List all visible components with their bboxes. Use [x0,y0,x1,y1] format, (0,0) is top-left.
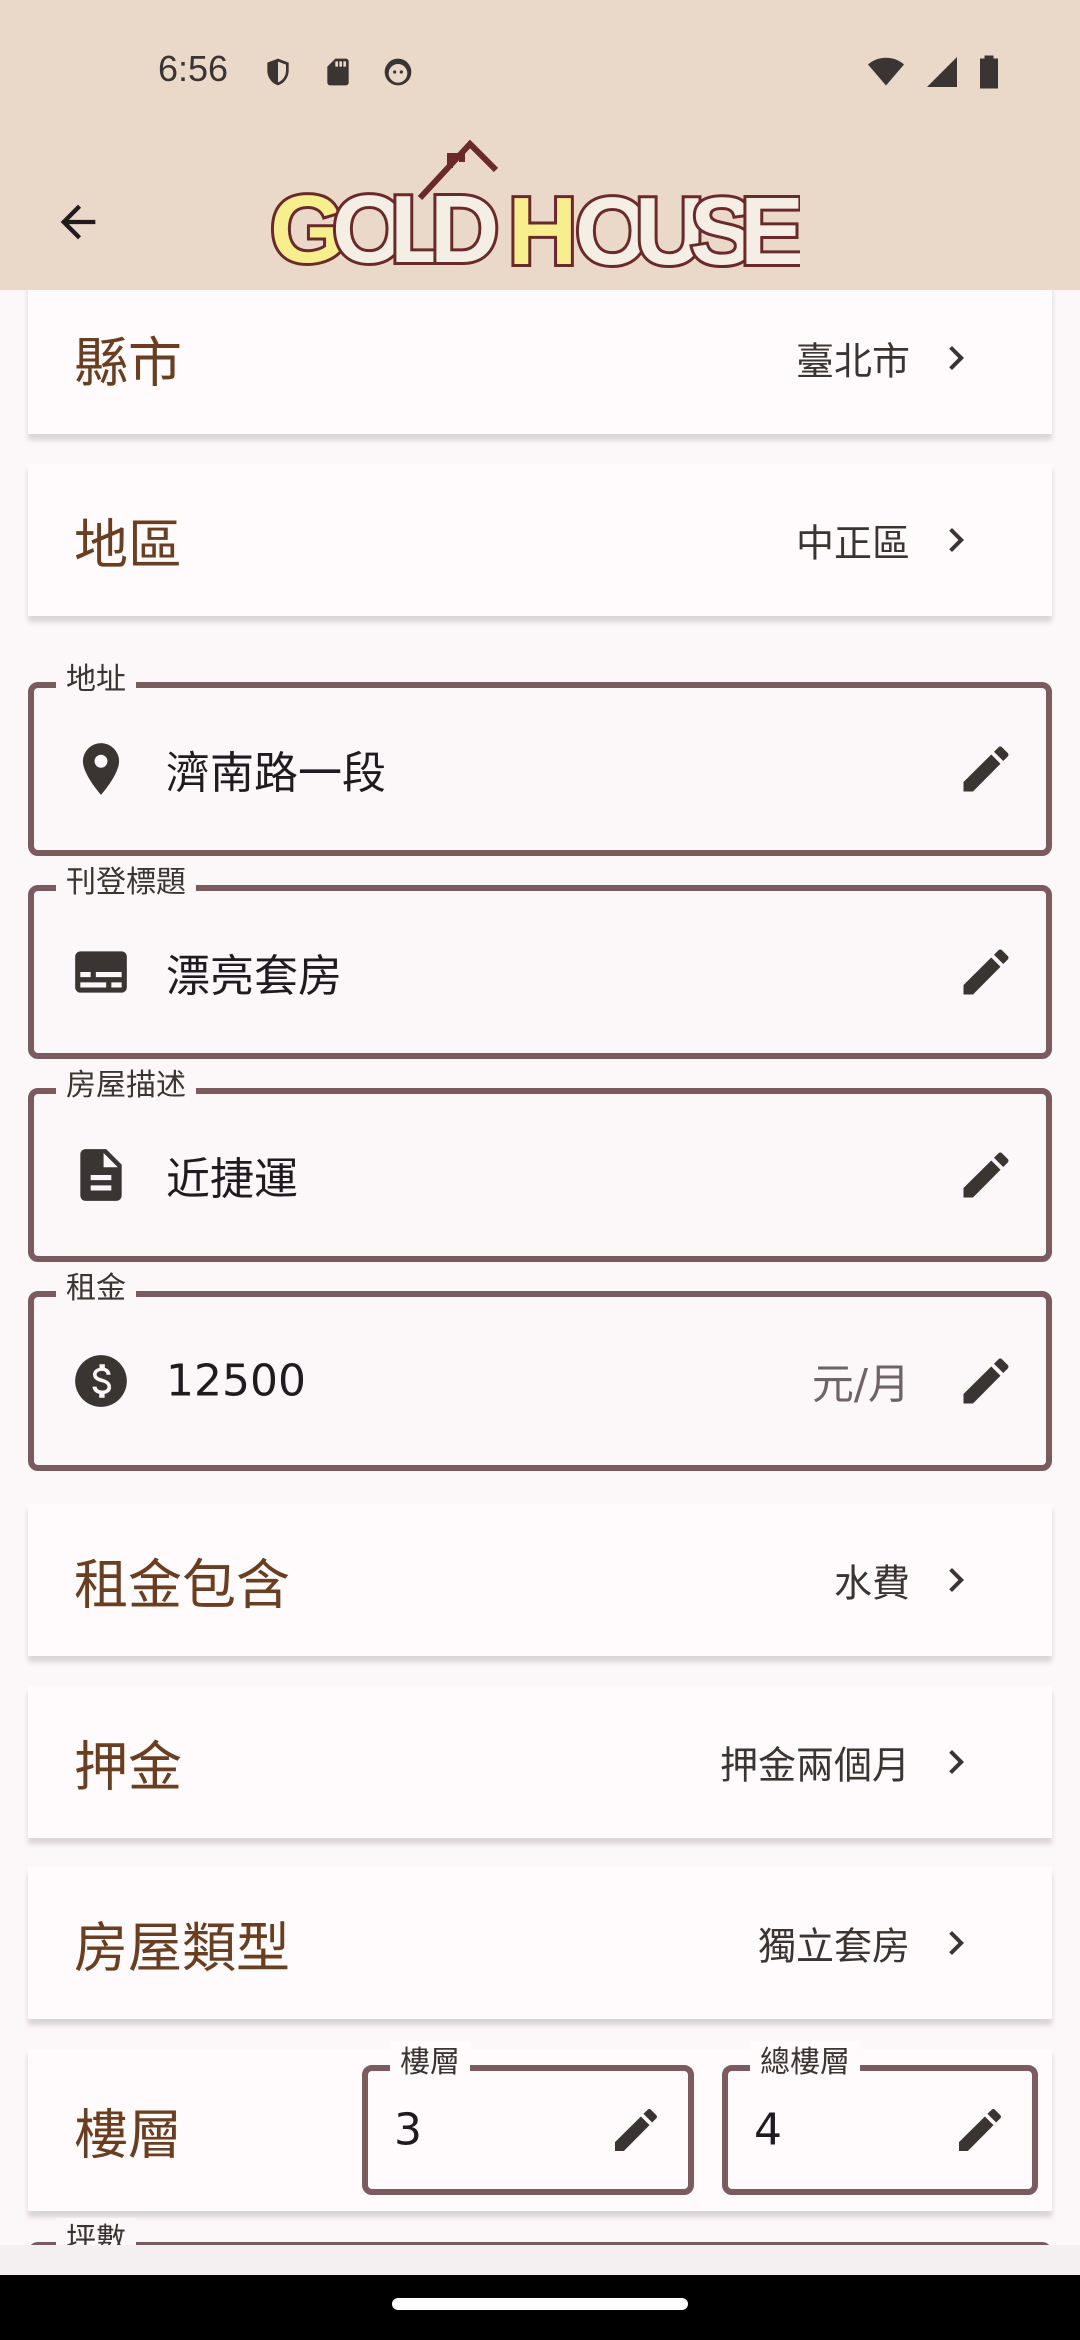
district-label: 地區 [74,513,182,577]
floor-label: 樓層 [74,2103,182,2167]
listing-title-field-label: 刊登標題 [56,861,196,905]
edit-pencil-icon[interactable] [608,2102,664,2158]
dollar-icon [75,1355,127,1407]
deposit-row[interactable]: 押金 押金兩個月 [28,1686,1052,1838]
area-field-label: 坪數 [56,2218,136,2245]
edit-pencil-icon[interactable] [956,739,1016,799]
deposit-value: 押金兩個月 [719,1743,910,1788]
floor-field[interactable]: 樓層 3 [362,2041,694,2195]
signal-icon [927,57,957,87]
logo-letter-d: D [430,176,499,282]
floor-row: 樓層 樓層 3 總樓層 4 [28,2041,1052,2211]
house-type-value: 獨立套房 [757,1924,910,1969]
description-field[interactable]: 房屋描述 近捷運 [28,1064,1052,1262]
county-label: 縣市 [74,331,182,395]
rent-unit-suffix: 元/月 [811,1359,910,1409]
back-button[interactable] [38,182,118,262]
floor-field-label: 樓層 [390,2041,470,2085]
form-content[interactable]: 縣市 臺北市 地區 中正區 地址 濟南路一段 刊登標題 漂亮套房 房屋描述 近捷… [0,290,1080,2245]
chevron-right-icon [949,1931,964,1955]
area-field[interactable]: 坪數 [28,2218,1052,2245]
address-value: 濟南路一段 [166,748,386,799]
arrow-back-icon [60,204,96,240]
edit-pencil-icon[interactable] [952,2102,1008,2158]
chevron-right-icon [949,1568,964,1592]
rent-value: 12500 [166,1355,306,1407]
face-icon [384,58,412,86]
edit-pencil-icon[interactable] [956,942,1016,1002]
edit-pencil-icon[interactable] [956,1145,1016,1205]
district-value: 中正區 [795,521,910,566]
floor-field-value: 3 [394,2104,422,2156]
house-type-row[interactable]: 房屋類型 獨立套房 [28,1867,1052,2019]
district-row[interactable]: 地區 中正區 [28,464,1052,616]
chevron-right-icon [949,346,964,370]
gesture-handle[interactable] [392,2298,688,2310]
gold-house-logo: G O L D H O U S E [270,139,800,282]
total-floor-field-value: 4 [754,2104,782,2156]
rent-includes-label: 租金包含 [74,1553,290,1617]
rent-field[interactable]: 租金 12500 元/月 [28,1267,1052,1471]
status-time: 6:56 [158,48,229,89]
edit-pencil-icon[interactable] [956,1351,1016,1411]
shield-icon [267,58,289,86]
rent-includes-value: 水費 [833,1561,910,1606]
subtitles-icon [75,951,127,993]
county-row[interactable]: 縣市 臺北市 [28,290,1052,434]
address-field[interactable]: 地址 濟南路一段 [28,658,1052,856]
house-type-label: 房屋類型 [74,1916,290,1980]
listing-title-value: 漂亮套房 [166,951,342,1002]
system-navigation-bar [0,2275,1080,2340]
location-pin-icon [82,743,120,795]
county-value: 臺北市 [795,339,910,384]
wifi-icon [868,57,904,86]
total-floor-field-label: 總樓層 [750,2041,860,2085]
logo-letter-h: H [508,178,577,282]
description-field-label: 房屋描述 [56,1064,196,1108]
rent-field-label: 租金 [56,1267,136,1311]
logo-letter-e: E [740,178,800,282]
description-value: 近捷運 [166,1154,298,1205]
rent-includes-row[interactable]: 租金包含 水費 [28,1504,1052,1656]
deposit-label: 押金 [74,1735,182,1799]
battery-icon [980,55,998,89]
sd-card-icon [327,58,349,86]
chevron-right-icon [949,1750,964,1774]
document-icon [80,1149,122,1201]
total-floor-field[interactable]: 總樓層 4 [722,2041,1038,2195]
listing-title-field[interactable]: 刊登標題 漂亮套房 [28,861,1052,1059]
address-field-label: 地址 [56,658,136,702]
status-bar: 6:56 [0,0,1080,140]
chevron-right-icon [949,528,964,552]
